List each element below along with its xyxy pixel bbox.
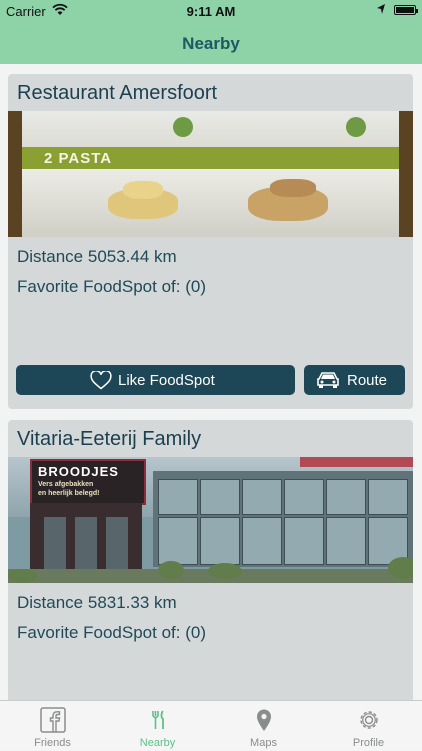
tab-profile[interactable]: Profile [316, 701, 421, 751]
map-pin-icon [251, 707, 277, 733]
clock: 9:11 AM [186, 4, 236, 19]
foodspot-card[interactable]: Restaurant Amersfoort 2 PASTA Distance 5… [8, 74, 413, 409]
distance-label: Distance 5053.44 km [17, 247, 177, 266]
tab-label: Friends [34, 737, 71, 749]
route-button-label: Route [347, 372, 388, 389]
distance-label: Distance 5831.33 km [17, 593, 177, 612]
photo-caption: 2 PASTA [44, 150, 113, 167]
sign-line-2: en heerlijk belegd! [38, 490, 100, 497]
like-foodspot-button[interactable]: Like FoodSpot [16, 365, 295, 395]
foodspot-photo: BROODJES Vers afgebakken en heerlijk bel… [8, 457, 413, 583]
location-arrow-icon [376, 3, 386, 18]
car-icon [316, 371, 340, 393]
tab-label: Nearby [139, 737, 176, 749]
gear-icon [356, 707, 382, 733]
foodspot-name: Restaurant Amersfoort [17, 82, 218, 104]
foodspot-name: Vitaria-Eeterij Family [17, 428, 202, 450]
page-title: Nearby [182, 34, 240, 53]
foodspot-list[interactable]: Restaurant Amersfoort 2 PASTA Distance 5… [0, 64, 422, 700]
battery-icon [394, 5, 418, 15]
sign-line-1: Vers afgebakken [38, 481, 94, 488]
status-bar: Carrier 9:11 AM [0, 0, 422, 22]
foodspot-photo: 2 PASTA [8, 111, 413, 237]
route-button[interactable]: Route [304, 365, 405, 395]
tab-maps[interactable]: Maps [211, 701, 316, 751]
tab-friends[interactable]: Friends [0, 701, 105, 751]
heart-icon [90, 369, 112, 394]
favorite-count-label: Favorite FoodSpot of: (0) [17, 277, 206, 296]
navigation-header: Carrier 9:11 AM Nearby [0, 0, 422, 64]
facebook-icon [40, 707, 66, 733]
store-sign: BROODJES Vers afgebakken en heerlijk bel… [30, 459, 146, 505]
tab-label: Maps [250, 737, 277, 749]
sign-title: BROODJES [38, 464, 119, 479]
foodspot-card[interactable]: Vitaria-Eeterij Family BROODJES Vers afg… [8, 420, 413, 700]
fork-knife-icon [145, 707, 171, 733]
tab-bar: Friends Nearby Maps Profile [0, 700, 422, 750]
tab-nearby[interactable]: Nearby [105, 701, 210, 751]
favorite-count-label: Favorite FoodSpot of: (0) [17, 623, 206, 642]
tab-label: Profile [352, 737, 385, 749]
like-button-label: Like FoodSpot [118, 372, 215, 389]
